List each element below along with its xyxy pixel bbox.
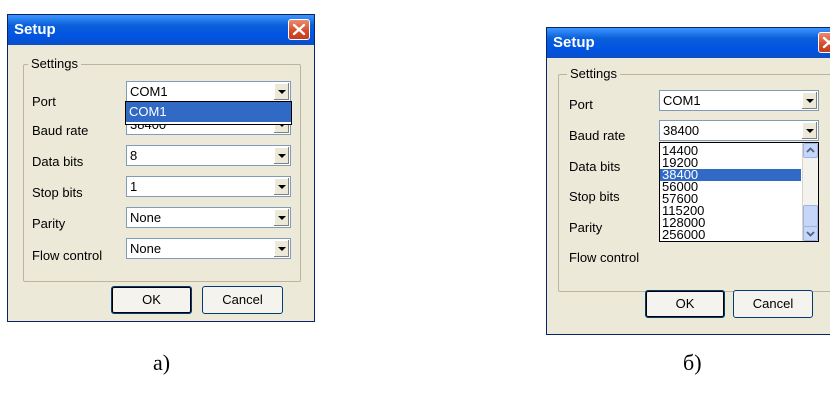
chevron-down-icon[interactable] (273, 83, 289, 100)
close-button[interactable] (288, 19, 310, 40)
baud-rate-value: 38400 (663, 123, 700, 138)
dialog-titlebar[interactable]: Setup (8, 15, 314, 45)
setup-dialog-b: Setup Settings Port Baud rate Data bits … (546, 27, 830, 335)
baud-rate-label: Baud rate (569, 128, 626, 143)
port-value: COM1 (663, 93, 701, 108)
dropdown-options: 14400 19200 38400 56000 57600 115200 128… (660, 144, 801, 241)
flow-control-label: Flow control (32, 248, 103, 263)
close-icon (822, 36, 830, 49)
port-select[interactable]: COM1 (126, 81, 291, 102)
chevron-down-icon[interactable] (273, 240, 289, 257)
scroll-thumb[interactable] (803, 205, 818, 227)
data-bits-label: Data bits (32, 154, 84, 169)
dialog-title: Setup (553, 34, 595, 51)
ok-button[interactable]: OK (645, 290, 725, 318)
flow-control-label: Flow control (569, 250, 640, 265)
chevron-down-icon[interactable] (273, 178, 289, 195)
flow-control-value: None (130, 241, 162, 256)
close-icon (292, 23, 306, 36)
scroll-down-icon (806, 231, 815, 237)
dropdown-item[interactable]: COM1 (126, 102, 291, 122)
parity-value: None (130, 210, 162, 225)
caption-a: а) (153, 350, 171, 375)
chevron-down-icon[interactable] (273, 209, 289, 226)
settings-group-label: Settings (567, 66, 620, 81)
parity-label: Parity (32, 216, 66, 231)
port-dropdown-list[interactable]: COM1 (125, 101, 292, 125)
scroll-up-icon (806, 147, 815, 153)
stop-bits-select[interactable]: 1 (126, 176, 291, 197)
chevron-down-icon[interactable] (801, 92, 817, 109)
data-bits-select[interactable]: 8 (126, 145, 291, 166)
scroll-up-button[interactable] (803, 143, 818, 158)
port-label: Port (569, 97, 593, 112)
cancel-button[interactable]: Cancel (733, 290, 813, 318)
baud-rate-select[interactable]: 38400 (659, 120, 819, 141)
data-bits-value: 8 (130, 148, 138, 163)
dialog-title: Setup (14, 21, 56, 38)
stop-bits-value: 1 (130, 179, 138, 194)
close-button[interactable] (818, 32, 830, 53)
dropdown-scrollbar[interactable] (802, 143, 818, 241)
dialog-titlebar[interactable]: Setup (547, 28, 830, 58)
data-bits-label: Data bits (569, 159, 621, 174)
parity-select[interactable]: None (126, 207, 291, 228)
stop-bits-label: Stop bits (32, 185, 83, 200)
setup-dialog-a: Setup Settings Port Baud rate Data bits … (7, 14, 315, 322)
chevron-down-icon[interactable] (801, 122, 817, 139)
flow-control-select[interactable]: None (126, 238, 291, 259)
scroll-down-button[interactable] (803, 226, 818, 241)
cancel-button[interactable]: Cancel (202, 286, 283, 314)
stop-bits-label: Stop bits (569, 189, 620, 204)
port-select[interactable]: COM1 (659, 90, 819, 111)
chevron-down-icon[interactable] (273, 147, 289, 164)
dropdown-item[interactable]: 256000 (660, 228, 801, 241)
port-value: COM1 (130, 84, 168, 99)
ok-button[interactable]: OK (111, 286, 192, 314)
parity-label: Parity (569, 220, 603, 235)
baud-rate-dropdown-list[interactable]: 14400 19200 38400 56000 57600 115200 128… (659, 142, 819, 242)
baud-rate-label: Baud rate (32, 123, 89, 138)
settings-group-label: Settings (28, 56, 81, 71)
port-label: Port (32, 94, 56, 109)
caption-b: б) (683, 350, 702, 375)
